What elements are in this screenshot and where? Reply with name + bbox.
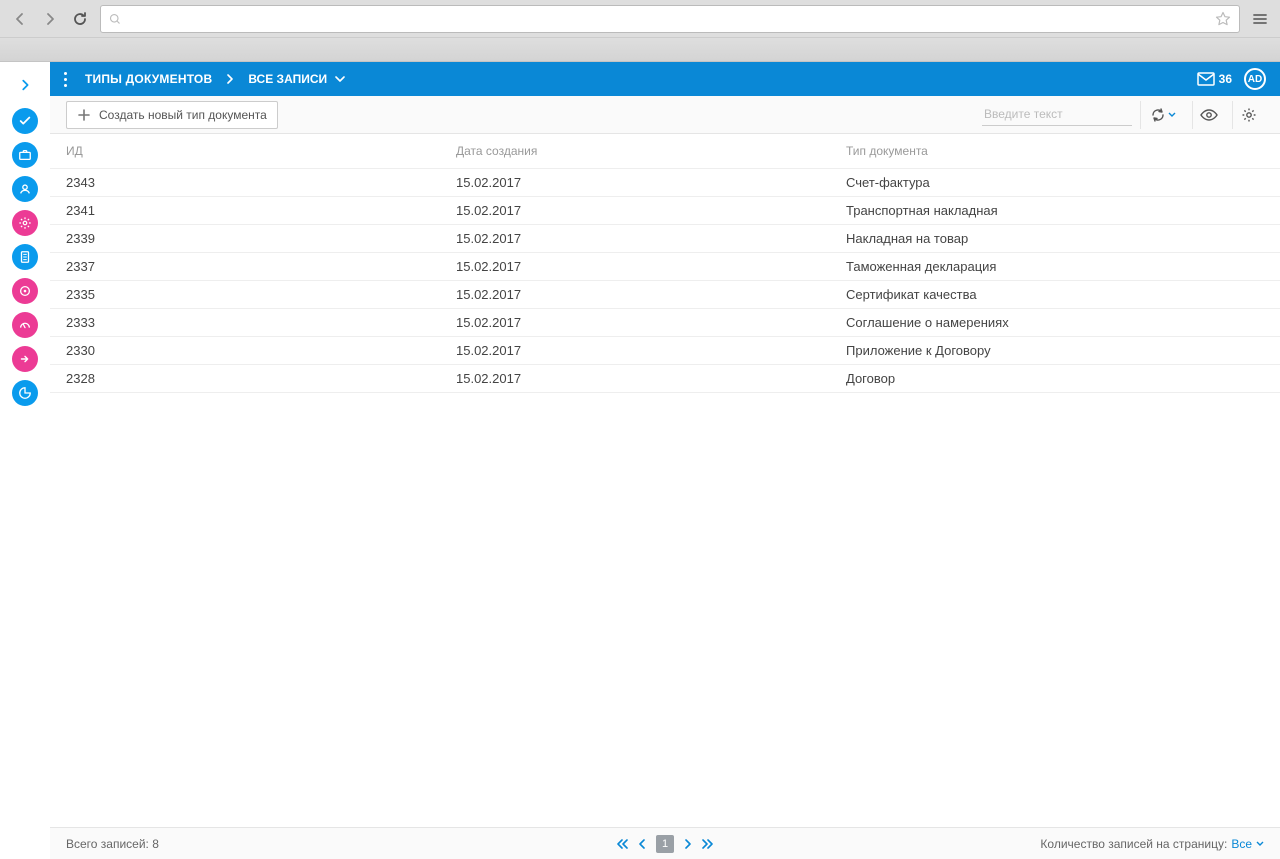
sidebar [0, 62, 50, 859]
sidebar-item-chart[interactable] [12, 380, 38, 406]
cell-type: Транспортная накладная [830, 197, 1280, 225]
cell-id: 2339 [50, 225, 440, 253]
table-row[interactable]: 233015.02.2017Приложение к Договору [50, 337, 1280, 365]
browser-back-button[interactable] [6, 5, 34, 33]
page-next-button[interactable] [684, 839, 692, 849]
sidebar-item-user[interactable] [12, 176, 38, 202]
browser-forward-button[interactable] [36, 5, 64, 33]
total-records: Всего записей: 8 [66, 837, 159, 851]
column-header-date[interactable]: Дата создания [440, 134, 830, 169]
sidebar-item-gear[interactable] [12, 210, 38, 236]
chevron-down-icon [1168, 112, 1176, 118]
settings-button[interactable] [1232, 101, 1264, 129]
cell-type: Накладная на товар [830, 225, 1280, 253]
cell-date: 15.02.2017 [440, 253, 830, 281]
per-page-label: Количество записей на страницу: [1040, 837, 1227, 851]
page-subtitle[interactable]: ВСЕ ЗАПИСИ [248, 72, 327, 86]
cell-date: 15.02.2017 [440, 309, 830, 337]
search-icon [109, 13, 121, 25]
footer: Всего записей: 8 1 Количество записей на… [50, 827, 1280, 859]
table-row[interactable]: 234315.02.2017Счет-фактура [50, 169, 1280, 197]
sidebar-item-document[interactable] [12, 244, 38, 270]
chevron-down-icon [1256, 841, 1264, 847]
cell-id: 2330 [50, 337, 440, 365]
page-first-button[interactable] [616, 839, 628, 849]
cell-type: Сертификат качества [830, 281, 1280, 309]
sidebar-item-check[interactable] [12, 108, 38, 134]
cell-id: 2343 [50, 169, 440, 197]
create-button[interactable]: Создать новый тип документа [66, 101, 278, 129]
sidebar-item-arrow[interactable] [12, 346, 38, 372]
browser-menu-button[interactable] [1246, 5, 1274, 33]
page-header: ТИПЫ ДОКУМЕНТОВ ВСЕ ЗАПИСИ 36 AD [50, 62, 1280, 96]
sidebar-item-briefcase[interactable] [12, 142, 38, 168]
cell-id: 2341 [50, 197, 440, 225]
cell-type: Договор [830, 365, 1280, 393]
avatar[interactable]: AD [1244, 68, 1266, 90]
cell-type: Таможенная декларация [830, 253, 1280, 281]
cell-date: 15.02.2017 [440, 337, 830, 365]
browser-url-bar[interactable] [100, 5, 1240, 33]
sidebar-toggle[interactable] [10, 70, 40, 100]
table-container: ИД Дата создания Тип документа 234315.02… [50, 134, 1280, 827]
browser-chrome-spacer [0, 38, 1280, 62]
mail-indicator[interactable]: 36 [1197, 72, 1232, 86]
browser-toolbar [0, 0, 1280, 38]
view-button[interactable] [1192, 101, 1224, 129]
mail-icon [1197, 72, 1215, 86]
search-input[interactable] [982, 103, 1132, 126]
table-row[interactable]: 232815.02.2017Договор [50, 365, 1280, 393]
cell-type: Счет-фактура [830, 169, 1280, 197]
sidebar-item-gauge[interactable] [12, 312, 38, 338]
cell-type: Соглашение о намерениях [830, 309, 1280, 337]
pagination: 1 [616, 835, 714, 853]
page-last-button[interactable] [702, 839, 714, 849]
cell-date: 15.02.2017 [440, 225, 830, 253]
chevron-down-icon[interactable] [335, 75, 345, 83]
cell-date: 15.02.2017 [440, 281, 830, 309]
table-row[interactable]: 233515.02.2017Сертификат качества [50, 281, 1280, 309]
toolbar: Создать новый тип документа [50, 96, 1280, 134]
breadcrumb-separator [226, 74, 234, 84]
star-icon[interactable] [1215, 11, 1231, 27]
column-header-id[interactable]: ИД [50, 134, 440, 169]
page-prev-button[interactable] [638, 839, 646, 849]
table-row[interactable]: 233915.02.2017Накладная на товар [50, 225, 1280, 253]
cell-type: Приложение к Договору [830, 337, 1280, 365]
mail-count: 36 [1219, 72, 1232, 86]
cell-id: 2328 [50, 365, 440, 393]
page-title: ТИПЫ ДОКУМЕНТОВ [85, 72, 212, 86]
cell-date: 15.02.2017 [440, 197, 830, 225]
table-row[interactable]: 233315.02.2017Соглашение о намерениях [50, 309, 1280, 337]
cell-id: 2333 [50, 309, 440, 337]
plus-icon [77, 108, 91, 122]
cell-date: 15.02.2017 [440, 169, 830, 197]
page-number[interactable]: 1 [656, 835, 674, 853]
per-page-value: Все [1231, 837, 1252, 851]
data-table: ИД Дата создания Тип документа 234315.02… [50, 134, 1280, 393]
refresh-button[interactable] [1140, 101, 1184, 129]
browser-reload-button[interactable] [66, 5, 94, 33]
per-page-selector[interactable]: Количество записей на страницу: Все [1040, 837, 1264, 851]
main-panel: ТИПЫ ДОКУМЕНТОВ ВСЕ ЗАПИСИ 36 AD [50, 62, 1280, 859]
table-row[interactable]: 234115.02.2017Транспортная накладная [50, 197, 1280, 225]
create-button-label: Создать новый тип документа [99, 108, 267, 122]
sidebar-item-circle1[interactable] [12, 278, 38, 304]
column-header-type[interactable]: Тип документа [830, 134, 1280, 169]
table-row[interactable]: 233715.02.2017Таможенная декларация [50, 253, 1280, 281]
cell-id: 2337 [50, 253, 440, 281]
cell-id: 2335 [50, 281, 440, 309]
header-menu-icon[interactable] [64, 72, 67, 87]
cell-date: 15.02.2017 [440, 365, 830, 393]
